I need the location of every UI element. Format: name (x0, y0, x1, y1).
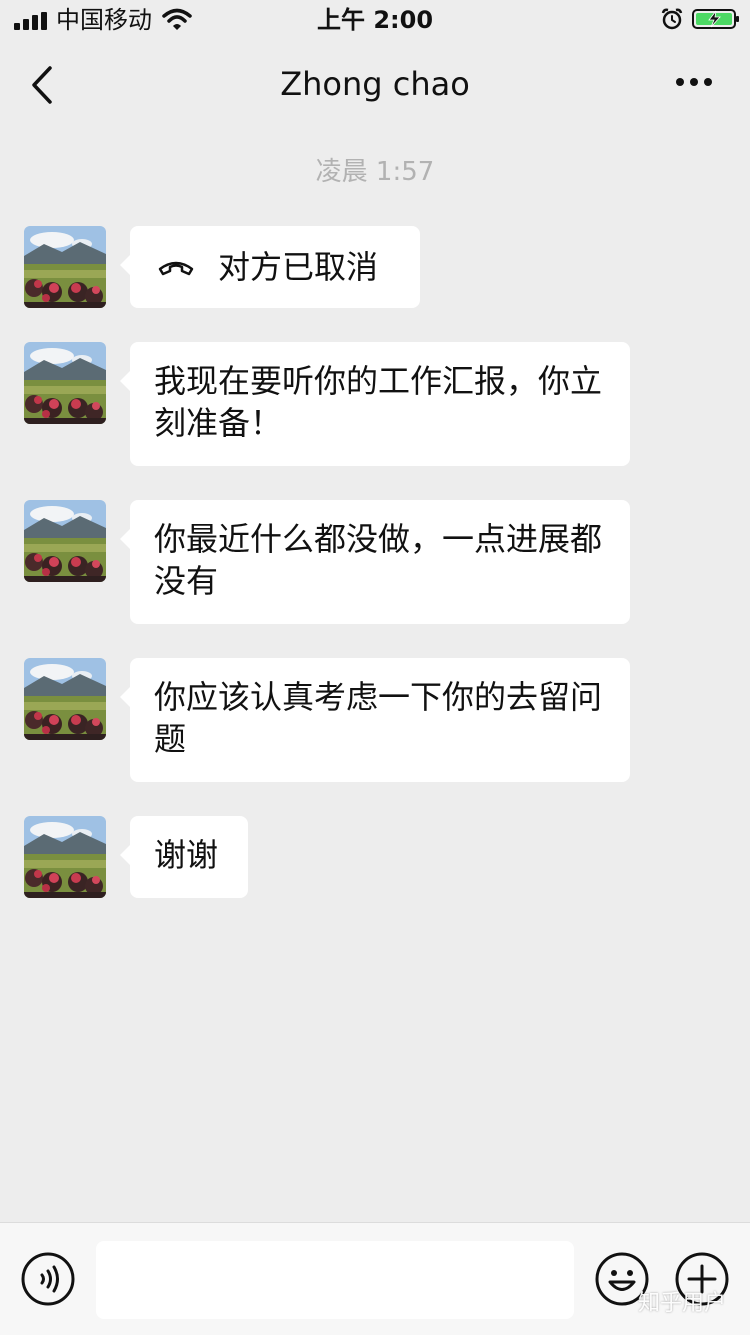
message-text: 谢谢 (154, 836, 219, 874)
message-bubble[interactable]: 你应该认真考虑一下你的去留问题 (120, 658, 630, 782)
voice-icon[interactable] (20, 1251, 76, 1307)
chat-title: Zhong chao (280, 65, 470, 103)
avatar-image (24, 816, 106, 898)
message-input[interactable] (96, 1241, 574, 1319)
avatar-image (24, 342, 106, 424)
message-text: 我现在要听你的工作汇报，你立刻准备！ (154, 362, 603, 442)
status-bar: 中国移动 上午 2:00 (0, 0, 750, 40)
message-text: 你最近什么都没做，一点进展都没有 (154, 520, 603, 600)
input-bar (0, 1222, 750, 1335)
nav-bar: Zhong chao (0, 40, 750, 130)
contact-avatar[interactable] (24, 658, 106, 740)
contact-avatar[interactable] (24, 500, 106, 582)
more-options-icon[interactable] (670, 62, 718, 102)
watermark: 知乎用户 (638, 1291, 727, 1316)
avatar-image (24, 226, 106, 308)
contact-avatar[interactable] (24, 226, 106, 308)
avatar-image (24, 500, 106, 582)
avatar-image (24, 658, 106, 740)
message-bubble[interactable]: 谢谢 (120, 816, 248, 898)
contact-avatar[interactable] (24, 342, 106, 424)
message-bubble[interactable]: 你最近什么都没做，一点进展都没有 (120, 500, 630, 624)
call-status-text: 对方已取消 (218, 248, 379, 286)
battery-charging-icon (692, 9, 739, 29)
hangup-phone-icon (158, 261, 194, 276)
alarm-clock-icon (661, 8, 683, 30)
status-time: 上午 2:00 (316, 6, 434, 34)
contact-avatar[interactable] (24, 816, 106, 898)
message-text: 你应该认真考虑一下你的去留问题 (154, 678, 603, 758)
message-bubble-call[interactable]: 对方已取消 (120, 226, 420, 308)
message-timestamp: 凌晨 1:57 (315, 157, 435, 187)
message-bubble[interactable]: 我现在要听你的工作汇报，你立刻准备！ (120, 342, 630, 466)
